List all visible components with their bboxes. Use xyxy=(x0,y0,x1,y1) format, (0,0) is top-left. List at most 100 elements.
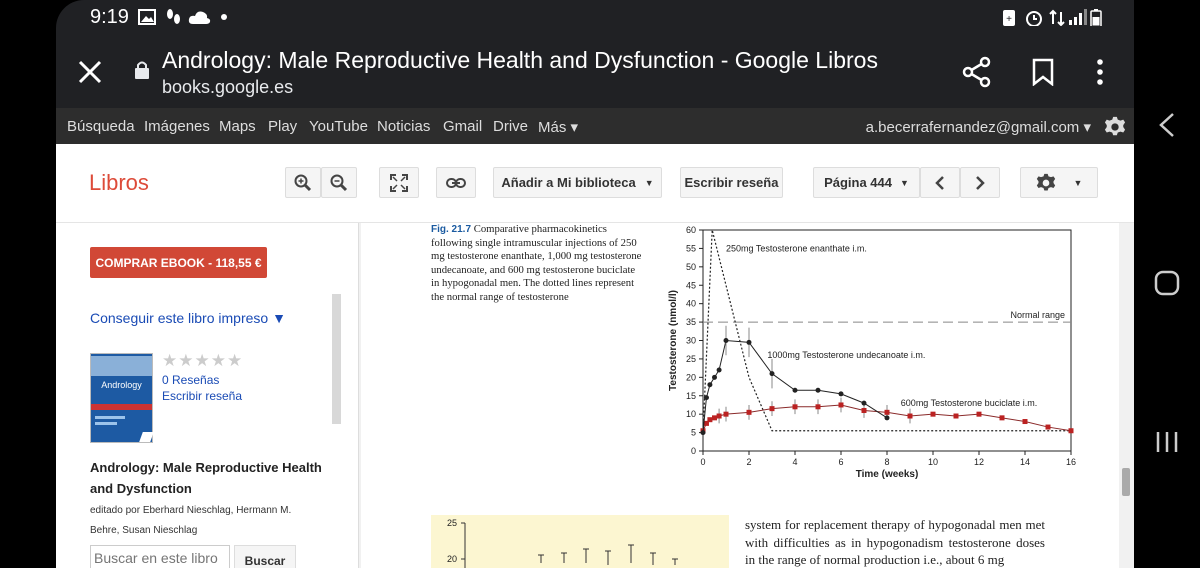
google-bar: Búsqueda Imágenes Maps Play YouTube Noti… xyxy=(56,108,1134,144)
y-tick-label: 55 xyxy=(686,243,696,253)
svg-text:+: + xyxy=(1006,14,1012,25)
undecanoate-point xyxy=(723,338,729,343)
x-tick-label: 14 xyxy=(1020,457,1030,467)
buciclate-point xyxy=(953,413,959,419)
write-review-button[interactable]: Escribir reseña xyxy=(680,167,783,198)
figure-label: Fig. 21.7 xyxy=(431,224,472,235)
bookmark-icon[interactable] xyxy=(1032,58,1054,86)
second-figure-preview: 25 20 xyxy=(431,515,729,568)
gbar-link-play[interactable]: Play xyxy=(268,118,297,135)
gbar-link-noticias[interactable]: Noticias xyxy=(377,118,430,135)
gbar-link-imagenes[interactable]: Imágenes xyxy=(144,118,210,135)
page-select[interactable]: Página 444 ▼ xyxy=(813,167,920,198)
settings-button[interactable]: ▼ xyxy=(1020,167,1098,198)
device-frame: 9:19 + Andrology: Male Reproductive Heal… xyxy=(0,0,1200,568)
buy-ebook-button[interactable]: COMPRAR EBOOK - 118,55 € xyxy=(90,247,267,278)
book-cover-image[interactable]: Andrology xyxy=(90,353,154,443)
cover-title: Andrology xyxy=(101,380,142,390)
signal-icon xyxy=(1069,9,1087,25)
status-time: 9:19 xyxy=(90,6,129,28)
undecanoate-point xyxy=(700,430,706,436)
series-label-undecanoate: 1000mg Testosterone undecanoate i.m. xyxy=(767,350,925,360)
data-arrows-icon xyxy=(1049,9,1065,26)
buciclate-point xyxy=(930,411,936,417)
phone-screen: 9:19 + Andrology: Male Reproductive Heal… xyxy=(56,0,1134,568)
page-scrollbar[interactable] xyxy=(1122,468,1130,496)
undecanoate-point xyxy=(769,371,775,377)
account-email[interactable]: a.becerrafernandez@gmail.com ▾ xyxy=(866,118,1091,136)
write-review-link[interactable]: Escribir reseña xyxy=(162,389,242,403)
chevron-down-icon: ▼ xyxy=(900,177,909,188)
gbar-link-gmail[interactable]: Gmail xyxy=(443,118,482,135)
y-tick-label: 50 xyxy=(686,262,696,272)
close-icon[interactable] xyxy=(76,58,104,86)
link-button[interactable] xyxy=(436,167,476,198)
libros-brand[interactable]: Libros xyxy=(89,170,149,196)
y-tick-label: 20 xyxy=(686,372,696,382)
gbar-link-maps[interactable]: Maps xyxy=(219,118,256,135)
share-icon[interactable] xyxy=(962,56,992,88)
buciclate-point xyxy=(976,411,982,417)
book-viewer[interactable]: Fig. 21.7 Comparative pharmacokinetics f… xyxy=(358,223,1134,568)
buciclate-point xyxy=(1022,419,1028,425)
alarm-icon xyxy=(1026,11,1042,26)
sidebar-scrollbar[interactable] xyxy=(332,294,341,424)
zoom-out-icon xyxy=(330,174,348,191)
x-tick-label: 12 xyxy=(974,457,984,467)
add-to-library-button[interactable]: Añadir a Mi biblioteca ▼ xyxy=(493,167,662,198)
zoom-in-button[interactable] xyxy=(285,167,321,198)
battery-icon xyxy=(1090,9,1102,26)
buciclate-point xyxy=(707,417,713,423)
chevron-left-icon xyxy=(935,175,944,190)
buciclate-point xyxy=(723,411,729,417)
cloud-icon xyxy=(188,11,211,24)
recent-apps-icon[interactable] xyxy=(1154,430,1180,454)
figure-caption: Fig. 21.7 Comparative pharmacokinetics f… xyxy=(431,223,645,304)
undecanoate-point xyxy=(884,415,890,421)
x-tick-label: 0 xyxy=(700,457,705,467)
buciclate-point xyxy=(838,402,844,408)
gbar-link-mas[interactable]: Más ▾ xyxy=(538,118,578,136)
buciclate-point xyxy=(712,415,717,421)
x-tick-label: 16 xyxy=(1066,457,1076,467)
more-options-icon[interactable] xyxy=(1094,58,1106,86)
reviews-link[interactable]: 0 Reseñas xyxy=(162,373,219,387)
home-icon[interactable] xyxy=(1154,270,1180,296)
next-page-button[interactable] xyxy=(960,167,1000,198)
y-axis-label: Testosterone (nmol/l) xyxy=(668,290,679,391)
buciclate-point xyxy=(1068,428,1074,434)
notification-dot-icon xyxy=(221,14,227,20)
y-tick-label: 0 xyxy=(691,446,696,456)
android-nav-bar xyxy=(1134,0,1200,568)
gbar-link-busqueda[interactable]: Búsqueda xyxy=(67,118,135,135)
gbar-link-drive[interactable]: Drive xyxy=(493,118,528,135)
undecanoate-point xyxy=(712,374,717,380)
pharmacokinetics-chart: 0 5 10 15 20 25 30 35 40 45 50 55 60 0 2 4 6 8 10 12 14 16 Te… xyxy=(668,225,1076,480)
buciclate-point xyxy=(792,404,798,410)
y-tick-label: 15 xyxy=(686,391,696,401)
zoom-out-button[interactable] xyxy=(321,167,357,198)
chevron-down-icon: ▼ xyxy=(644,177,654,188)
buciclate-point xyxy=(1045,424,1051,430)
y-tick-label: 40 xyxy=(686,299,696,309)
fig2-tick-25: 25 xyxy=(447,518,457,528)
y-tick-label: 10 xyxy=(686,409,696,419)
get-print-book-link[interactable]: Conseguir este libro impreso ▼ xyxy=(90,310,286,326)
search-button[interactable]: Buscar xyxy=(234,545,296,568)
fullscreen-button[interactable] xyxy=(379,167,419,198)
gbar-link-youtube[interactable]: YouTube xyxy=(309,118,368,135)
gear-icon[interactable] xyxy=(1104,116,1126,138)
fullscreen-icon xyxy=(390,173,408,192)
search-in-book-input[interactable] xyxy=(90,545,230,568)
x-tick-label: 6 xyxy=(838,457,843,467)
back-icon[interactable] xyxy=(1156,112,1178,138)
page-title: Andrology: Male Reproductive Health and … xyxy=(162,47,878,73)
prev-page-button[interactable] xyxy=(920,167,960,198)
undecanoate-point xyxy=(703,395,709,401)
undecanoate-point xyxy=(861,400,867,406)
gear-icon xyxy=(1036,173,1055,190)
chevron-right-icon xyxy=(976,175,985,190)
rating-stars[interactable]: ★★★★★ xyxy=(162,351,243,371)
add-to-library-label: Añadir a Mi biblioteca xyxy=(501,175,636,190)
undecanoate-point xyxy=(707,382,713,388)
